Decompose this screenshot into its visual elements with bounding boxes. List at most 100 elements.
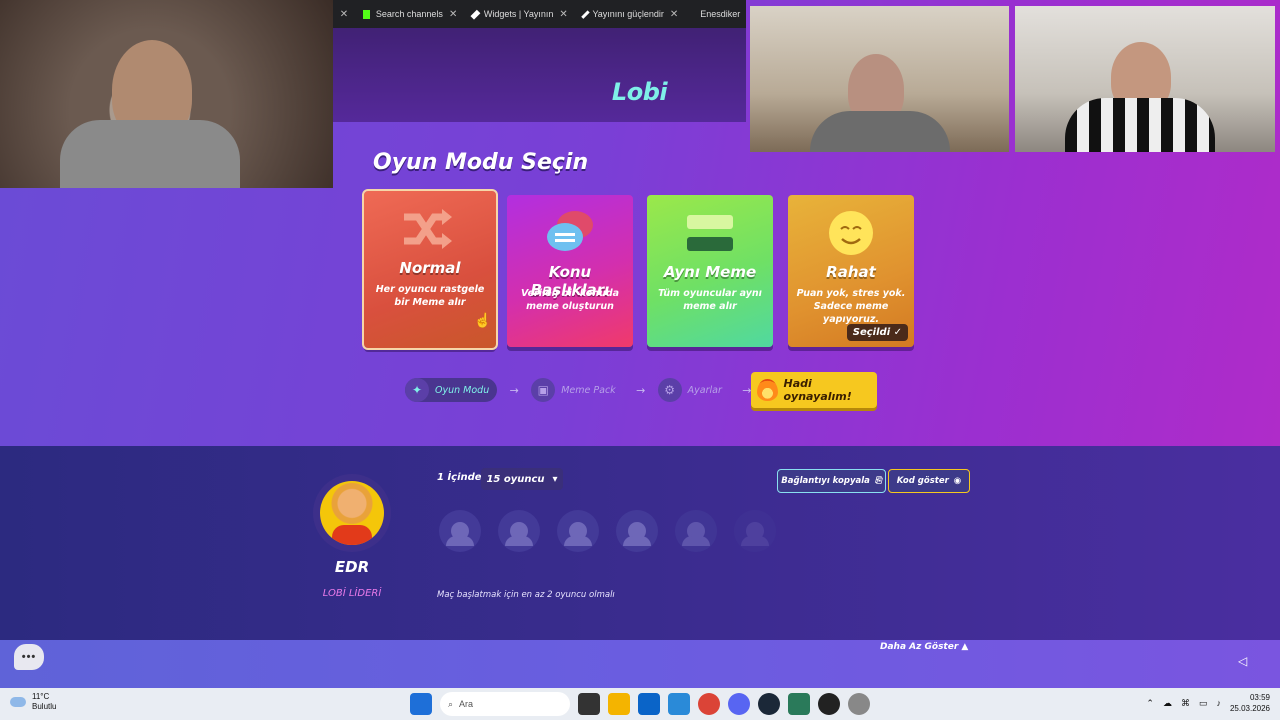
empty-player-slot — [616, 510, 658, 552]
app-icon[interactable] — [668, 693, 690, 715]
mode-name: Aynı Meme — [663, 263, 757, 281]
step-label: Ayarlar — [687, 384, 722, 396]
close-icon[interactable]: ✕ — [449, 9, 457, 20]
step-settings[interactable]: ⚙ Ayarlar — [657, 378, 730, 402]
taskbar-apps: ⌕ Ara — [410, 692, 870, 716]
show-less-button[interactable]: Daha Az Göster ▲ — [880, 642, 968, 652]
weather-widget[interactable]: 11°C Bulutlu — [10, 692, 56, 712]
smiley-icon — [829, 211, 873, 255]
browser-tab[interactable]: Enesdiker — [686, 0, 746, 28]
chevron-up-icon: ▲ — [961, 642, 969, 652]
play-button-label: Hadi oynayalım! — [783, 377, 852, 403]
selected-badge: Seçildi ✓ — [846, 324, 908, 341]
arrow-right-icon: → — [509, 383, 519, 397]
speaker-mute-icon[interactable]: ◁ — [1238, 654, 1254, 670]
empty-player-slot — [557, 510, 599, 552]
image-icon: ▣ — [531, 378, 556, 402]
play-button[interactable]: Hadi oynayalım! — [751, 372, 877, 408]
system-tray: ⌃ ☁ ⌘ ▭ ♪ 03:59 25.03.2026 — [1146, 692, 1270, 714]
browser-tab[interactable]: Search channels ✕ — [355, 0, 465, 28]
step-game-mode[interactable]: ✦ Oyun Modu — [405, 378, 498, 402]
widget-icon — [580, 9, 590, 19]
clock-time: 03:59 — [1249, 693, 1270, 702]
flame-icon — [757, 379, 778, 401]
settings-icon[interactable] — [848, 693, 870, 715]
gear-icon: ⚙ — [657, 378, 682, 402]
user-placeholder-icon — [682, 522, 710, 546]
player-slots — [439, 510, 776, 552]
show-code-button[interactable]: Kod göster ◉ — [888, 469, 970, 493]
mode-card-topics[interactable]: Konu Başlıkları Verilen bir konuda meme … — [507, 195, 633, 347]
user-placeholder-icon — [564, 522, 592, 546]
chat-bubbles-icon — [547, 211, 593, 251]
lobby-footer — [0, 640, 1280, 688]
discord-icon[interactable] — [728, 693, 750, 715]
step-meme-pack[interactable]: ▣ Meme Pack — [531, 378, 623, 402]
mode-description: Puan yok, stres yok. Sadece meme yapıyor… — [796, 288, 906, 325]
empty-player-slot — [498, 510, 540, 552]
user-placeholder-icon — [505, 522, 533, 546]
player-role: LOBİ LİDERİ — [322, 588, 382, 599]
task-view-icon[interactable] — [578, 693, 600, 715]
chrome-icon[interactable] — [698, 693, 720, 715]
mouse-pointer-icon: ☝ — [474, 312, 492, 328]
browser-tab[interactable]: Widgets | Yayının ✕ — [465, 0, 575, 28]
empty-player-slot — [675, 510, 717, 552]
empty-player-slot — [439, 510, 481, 552]
link-icon: ⎘ — [874, 476, 882, 486]
chevron-up-icon[interactable]: ⌃ — [1146, 698, 1154, 709]
store-icon[interactable] — [638, 693, 660, 715]
person-silhouette — [810, 111, 950, 152]
chat-button[interactable]: ••• — [14, 644, 44, 670]
shuffle-icon — [404, 209, 452, 249]
widget-icon — [470, 9, 481, 19]
webcam-feed — [750, 6, 1009, 152]
person-silhouette — [1065, 98, 1215, 152]
close-icon[interactable]: ✕ — [559, 9, 567, 20]
avatar[interactable] — [313, 474, 391, 552]
step-label: Meme Pack — [561, 384, 616, 396]
mode-card-same-meme[interactable]: Aynı Meme Tüm oyuncular aynı meme alır — [647, 195, 773, 347]
tab-label: Yayınını güçlendir — [592, 9, 664, 19]
selected-badge-label: Seçildi — [852, 327, 891, 338]
taskbar-search[interactable]: ⌕ Ara — [440, 692, 570, 716]
user-placeholder-icon — [741, 522, 769, 546]
taskbar: 11°C Bulutlu ⌕ Ara ⌃ ☁ ⌘ ▭ ♪ 03:59 25.03… — [0, 688, 1280, 720]
empty-player-slot — [734, 510, 776, 552]
windows-start-icon[interactable] — [410, 693, 432, 715]
step-label: Oyun Modu — [435, 384, 490, 396]
obs-icon[interactable] — [818, 693, 840, 715]
volume-icon[interactable]: ♪ — [1216, 698, 1221, 708]
close-icon[interactable]: ✕ — [333, 9, 355, 20]
search-placeholder: Ara — [459, 699, 474, 709]
close-icon[interactable]: ✕ — [670, 9, 678, 20]
copy-link-button[interactable]: Bağlantıyı kopyala ⎘ — [777, 469, 886, 493]
min-players-warning: Maç başlatmak için en az 2 oyuncu olmalı — [437, 590, 615, 600]
weather-desc: Bulutlu — [32, 702, 57, 711]
mode-name: Rahat — [826, 263, 876, 281]
network-icon[interactable]: ⌘ — [1181, 698, 1190, 709]
notes-icon[interactable] — [788, 693, 810, 715]
display-icon[interactable]: ▭ — [1199, 698, 1208, 709]
equals-icon — [687, 215, 733, 251]
folder-icon[interactable] — [608, 693, 630, 715]
avatar-image — [320, 481, 384, 545]
eye-icon: ◉ — [953, 476, 962, 486]
wizard-steps: ✦ Oyun Modu → ▣ Meme Pack → ⚙ Ayarlar → — [405, 376, 756, 404]
mode-card-relaxed[interactable]: Rahat Puan yok, stres yok. Sadece meme y… — [788, 195, 914, 347]
user-placeholder-icon — [446, 522, 474, 546]
cloud-sync-icon[interactable]: ☁ — [1163, 698, 1172, 709]
browser-tab[interactable]: Yayınını güçlendir ✕ — [576, 0, 686, 28]
arrow-right-icon: → — [636, 383, 646, 397]
show-code-label: Kod göster — [896, 476, 949, 486]
mode-description: Verilen bir konuda meme oluşturun — [520, 288, 620, 312]
clock[interactable]: 03:59 25.03.2026 — [1230, 692, 1270, 714]
player-count-select[interactable]: 15 oyuncu ▾ — [481, 468, 563, 490]
section-title: Oyun Modu Seçin — [373, 150, 589, 175]
mode-description: Tüm oyuncular aynı meme alır — [658, 288, 762, 312]
show-less-label: Daha Az Göster — [880, 642, 959, 652]
user-placeholder-icon — [623, 522, 651, 546]
webcam-feed — [1015, 6, 1275, 152]
mode-name: Normal — [399, 259, 461, 277]
steam-icon[interactable] — [758, 693, 780, 715]
